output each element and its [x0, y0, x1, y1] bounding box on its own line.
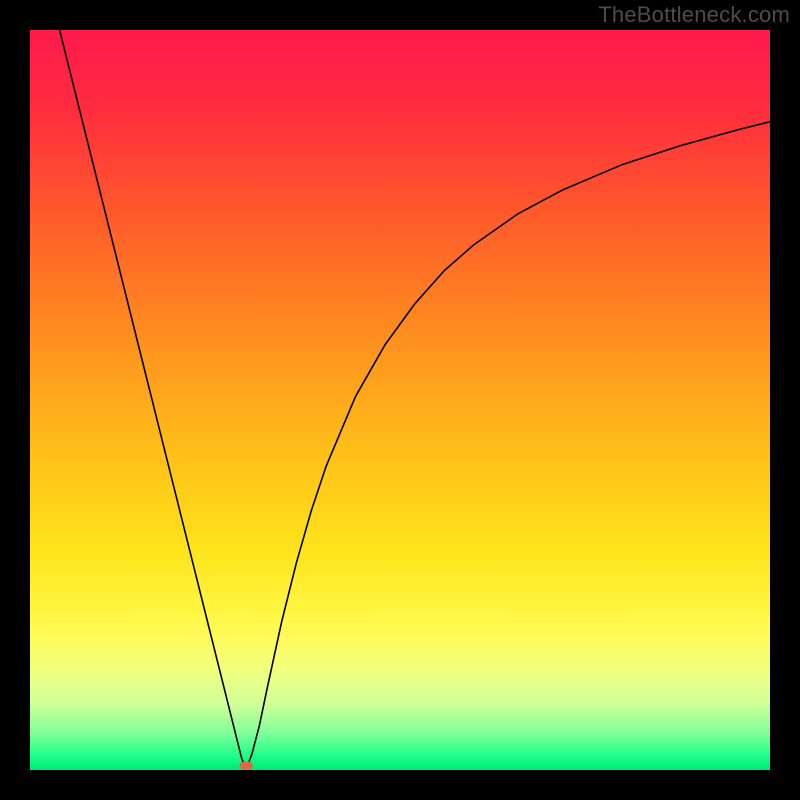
min-point-marker — [239, 761, 252, 770]
plot-area — [30, 30, 770, 770]
bottleneck-chart — [0, 0, 800, 800]
chart-frame: TheBottleneck.com — [0, 0, 800, 800]
